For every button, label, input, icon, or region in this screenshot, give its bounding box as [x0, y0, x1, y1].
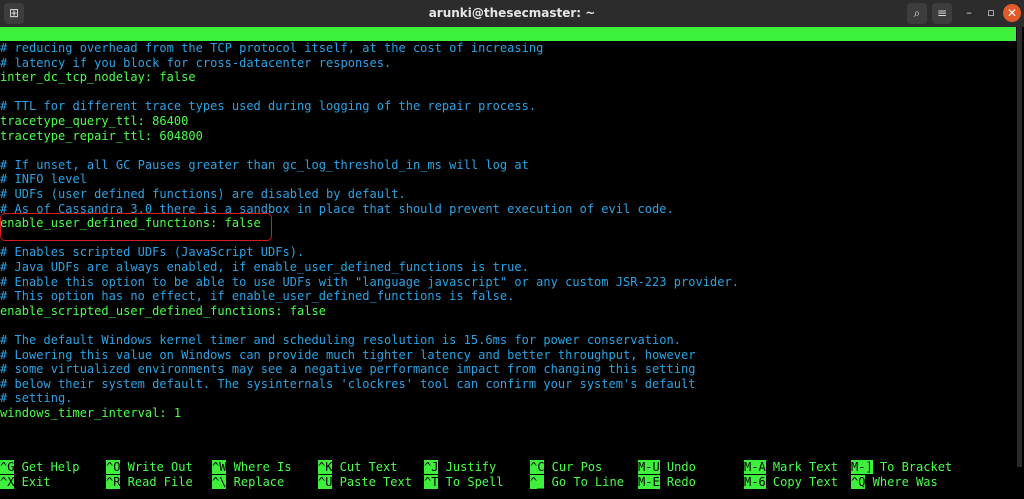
comment-line: # The default Windows kernel timer and s… [0, 333, 681, 347]
minimize-icon[interactable]: – [960, 4, 978, 22]
shortcut-item: M-A Mark Text [744, 460, 838, 474]
shortcut-label: Cur Pos [544, 460, 603, 474]
comment-line: # Lowering this value on Windows can pro… [0, 347, 696, 362]
close-icon[interactable]: ✕ [1003, 4, 1021, 22]
shortcut-key: ^_ [530, 474, 545, 489]
shortcut-item: ^C Cur Pos [530, 460, 602, 474]
config-line: tracetype_repair_ttl: 604800 [0, 128, 203, 143]
shortcut-item: M-U Undo [638, 460, 696, 474]
shortcut-label: Paste Text [332, 474, 412, 489]
window-title: arunki@thesecmaster: ~ [428, 6, 596, 20]
config-line: windows_timer_interval: 1 [0, 406, 182, 420]
shortcut-label: Mark Text [765, 460, 838, 474]
shortcut-item: ^Q Where Was [851, 474, 938, 489]
shortcut-key: ^K [318, 460, 333, 474]
shortcut-label: Write Out [120, 460, 193, 474]
comment-line: # UDFs (user defined functions) are disa… [0, 187, 406, 201]
shortcut-label: Copy Text [765, 474, 838, 489]
shortcut-label: Go To Line [544, 474, 624, 489]
comment-line: # If unset, all GC Pauses greater than g… [0, 157, 529, 172]
shortcut-item: ^W Where Is [212, 460, 291, 474]
shortcut-item: M-] To Bracket [851, 460, 952, 474]
shortcut-label: To Bracket [872, 460, 953, 474]
shortcut-label: Redo [659, 474, 696, 489]
shortcut-label: To Spell [438, 474, 504, 489]
shortcut-label: Where Is [226, 460, 292, 474]
shortcut-item: ^G Get Help [0, 460, 79, 474]
highlight-annotation [0, 213, 272, 241]
shortcut-label: Get Help [14, 460, 80, 474]
comment-line: # latency if you block for cross-datacen… [0, 55, 392, 70]
comment-line: # Enable this option to be able to use U… [0, 274, 739, 289]
file-name: /etc/cassandra/cassandra.yaml [420, 55, 630, 69]
config-line: enable_scripted_user_defined_functions: … [0, 303, 327, 318]
shortcut-item: ^J Justify [424, 460, 496, 474]
comment-line: # below their system default. The sysint… [0, 376, 696, 391]
shortcut-key: ^J [424, 460, 439, 474]
shortcut-item: M-E Redo [638, 474, 696, 489]
shortcut-item: ^X Exit [0, 474, 51, 489]
shortcut-item: ^K Cut Text [318, 460, 397, 474]
shortcut-label: Cut Text [332, 460, 398, 474]
search-icon[interactable]: ⌕ [907, 3, 927, 24]
shortcut-label: Where Was [865, 474, 938, 489]
shortcut-key: M-6 [744, 474, 766, 489]
shortcut-item: ^\ Replace [212, 474, 285, 489]
shortcut-item: ^O Write Out [106, 460, 193, 474]
maximize-icon[interactable]: ▫ [982, 4, 1000, 22]
shortcut-key: ^T [424, 474, 439, 489]
shortcut-label: Read File [120, 474, 193, 489]
shortcut-item: ^U Paste Text [318, 474, 412, 489]
comment-line: # TTL for different trace types used dur… [0, 99, 537, 114]
comment-line: # Enables scripted UDFs (JavaScript UDFs… [0, 245, 305, 260]
shortcut-key: ^R [106, 474, 121, 489]
shortcut-key: M-] [851, 460, 873, 474]
comment-line: # reducing overhead from the TCP protoco… [0, 41, 544, 55]
shortcut-key: ^X [0, 474, 15, 489]
shortcut-item: ^R Read File [106, 474, 193, 489]
comment-line: # Java UDFs are always enabled, if enabl… [0, 260, 529, 274]
terminal-area[interactable]: GNU nano 4.8 /etc/cassandra/cassandra.ya… [0, 27, 1024, 499]
comment-line: # This option has no effect, if enable_u… [0, 289, 515, 304]
shortcut-key: M-E [638, 474, 660, 489]
shortcut-key: ^W [212, 460, 227, 474]
window-titlebar: ⊞ arunki@thesecmaster: ~ ⌕ ≡ – ▫ ✕ [0, 0, 1024, 27]
shortcut-item: ^T To Spell [424, 474, 504, 489]
shortcut-label: Replace [226, 474, 285, 489]
shortcut-key: ^G [0, 460, 15, 474]
nano-header: GNU nano 4.8 /etc/cassandra/cassandra.ya… [0, 27, 1016, 69]
shortcut-key: M-U [638, 460, 660, 474]
shortcut-item: ^_ Go To Line [530, 474, 624, 489]
shortcut-key: ^Q [851, 474, 866, 489]
shortcut-key: ^O [106, 460, 121, 474]
shortcut-key: M-A [744, 460, 766, 474]
comment-line: # INFO level [0, 172, 87, 187]
shortcut-key: ^U [318, 474, 333, 489]
comment-line: # some virtualized environments may see … [0, 362, 696, 377]
shortcut-item: M-6 Copy Text [744, 474, 838, 489]
shortcut-label: Exit [14, 474, 51, 489]
shortcut-label: Justify [438, 460, 497, 474]
menu-icon[interactable]: ≡ [932, 3, 952, 24]
shortcut-key: ^\ [212, 474, 227, 489]
shortcut-key: ^C [530, 460, 545, 474]
shortcut-label: Undo [659, 460, 696, 474]
comment-line: # setting. [0, 391, 73, 406]
config-line: inter_dc_tcp_nodelay: false [0, 70, 196, 85]
config-line: tracetype_query_ttl: 86400 [0, 114, 189, 128]
